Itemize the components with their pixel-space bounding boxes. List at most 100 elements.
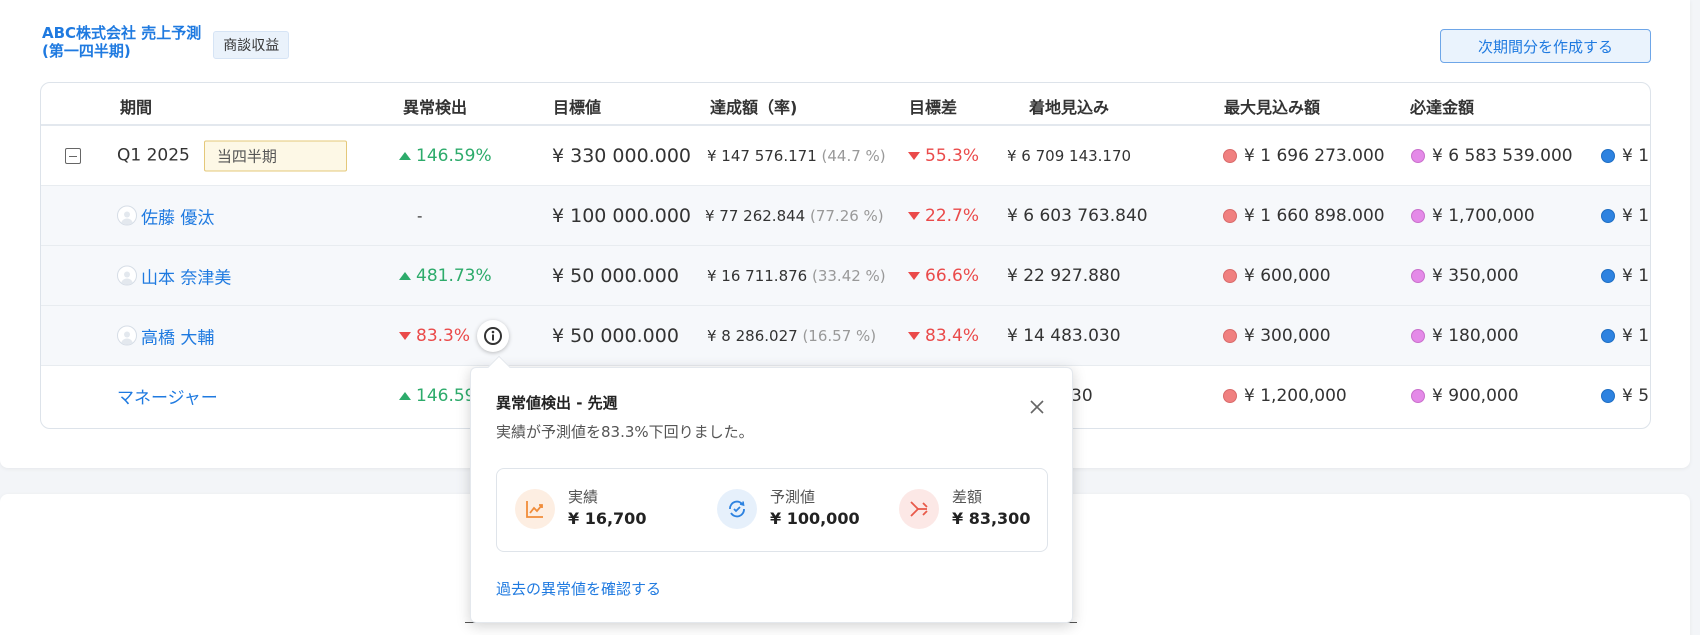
max-dot-icon (1223, 268, 1237, 283)
extra-value: ¥ 15 (1622, 205, 1650, 226)
member-link[interactable]: 佐藤 優汰 (117, 203, 214, 228)
triangle-down-icon (908, 211, 920, 220)
col-diff[interactable]: 目標差 (909, 94, 957, 118)
achieved-value: ¥ 16 711.876 (707, 266, 808, 285)
table-row[interactable]: 高橋 大輔 83.3% ¥ 50 000.000 ¥ 8 286.027 (16… (41, 306, 1650, 366)
popover-message: 実績が予測値を83.3%下回りました。 (496, 423, 754, 441)
required-dot-icon (1411, 148, 1425, 163)
forecast-icon (717, 489, 757, 529)
table-row[interactable]: Q1 2025 当四半期 146.59% ¥ 330 000.000 ¥ 147… (41, 126, 1650, 186)
diff-value: 83.4% (925, 325, 980, 346)
achieved-rate: (16.57 %) (802, 326, 877, 345)
anomaly-value: - (417, 206, 423, 225)
diff-value: 22.7% (925, 205, 980, 226)
triangle-down-icon (399, 331, 411, 340)
max-value: ¥ 1,200,000 (1244, 386, 1347, 406)
achieved-value: ¥ 77 262.844 (705, 206, 806, 225)
avatar (117, 205, 137, 226)
info-icon[interactable] (477, 319, 509, 352)
landing-value: ¥ 22 927.880 (1007, 265, 1121, 286)
extra-value: ¥ 15 (1622, 145, 1650, 166)
col-achieved[interactable]: 達成額（率) (710, 94, 797, 118)
col-target[interactable]: 目標値 (553, 94, 601, 118)
col-landing[interactable]: 着地見込み (1029, 94, 1109, 118)
col-anomaly[interactable]: 異常検出 (403, 94, 467, 118)
popover-title: 異常値検出 - 先週 (496, 394, 618, 412)
extra-dot-icon (1601, 268, 1615, 283)
category-tag: 商談収益 (213, 31, 290, 59)
col-period[interactable]: 期間 (120, 94, 152, 118)
target-value: ¥ 50 000.000 (552, 264, 679, 287)
trend-up-icon (515, 489, 555, 529)
close-icon[interactable] (1029, 399, 1045, 415)
max-value: ¥ 300,000 (1244, 325, 1331, 346)
required-dot-icon (1411, 208, 1425, 223)
landing-value: ¥ 6 603 763.840 (1007, 205, 1148, 226)
table-row[interactable]: 佐藤 優汰 - ¥ 100 000.000 ¥ 77 262.844 (77.2… (41, 186, 1650, 246)
extra-dot-icon (1601, 328, 1615, 343)
extra-dot-icon (1601, 389, 1615, 403)
required-value: ¥ 350,000 (1432, 265, 1519, 286)
collapse-button[interactable] (65, 147, 81, 164)
achieved-rate: (44.7 %) (821, 146, 886, 165)
target-value: ¥ 50 000.000 (552, 324, 679, 347)
table-row[interactable]: 山本 奈津美 481.73% ¥ 50 000.000 ¥ 16 711.876… (41, 246, 1650, 306)
target-value: ¥ 100 000.000 (552, 204, 692, 227)
manager-link[interactable]: マネージャー (117, 384, 218, 409)
required-value: ¥ 180,000 (1432, 325, 1519, 346)
extra-value: ¥ 50 (1622, 386, 1650, 406)
avatar (117, 325, 137, 346)
extra-value: ¥ 12 (1622, 325, 1650, 346)
triangle-up-icon (399, 392, 411, 400)
title-area: ABC株式会社 売上予測 (第一四半期) 商談収益 (42, 24, 290, 60)
required-dot-icon (1411, 328, 1425, 343)
anomaly-value: 83.3% (416, 325, 471, 346)
avatar (117, 265, 137, 286)
triangle-down-icon (908, 271, 920, 280)
stat-actual: 実績 ¥ 16,700 (515, 487, 646, 531)
anomaly-value: 146.59% (416, 145, 492, 166)
stat-difference: 差額 ¥ 83,300 (899, 487, 1030, 531)
current-quarter-badge: 当四半期 (203, 140, 347, 171)
stats-box: 実績 ¥ 16,700 予測値 ¥ 100,000 差額 ¥ 83,300 (496, 468, 1048, 552)
max-value: ¥ 600,000 (1244, 265, 1331, 286)
anomaly-value: 481.73% (416, 265, 492, 286)
col-required[interactable]: 必達金額 (1410, 94, 1474, 118)
anomaly-popover: 異常値検出 - 先週 実績が予測値を83.3%下回りました。 実績 ¥ 16,7… (470, 355, 1073, 623)
landing-value: ¥ 14 483.030 (1007, 325, 1121, 346)
period-label: Q1 2025 (117, 145, 190, 166)
max-dot-icon (1223, 148, 1237, 163)
member-link[interactable]: 山本 奈津美 (117, 263, 231, 288)
diff-icon (899, 489, 939, 529)
minus-square-icon[interactable] (65, 147, 81, 164)
diff-value: 55.3% (925, 145, 980, 166)
required-value: ¥ 1,700,000 (1432, 205, 1535, 226)
diff-value: 66.6% (925, 265, 980, 286)
col-max[interactable]: 最大見込み額 (1224, 94, 1320, 118)
required-value: ¥ 6 583 539.000 (1432, 145, 1573, 166)
max-value: ¥ 1 696 273.000 (1244, 145, 1385, 166)
triangle-down-icon (908, 331, 920, 340)
anomaly-info-button[interactable] (477, 319, 509, 352)
landing-value: 30 (1071, 386, 1093, 406)
extra-dot-icon (1601, 148, 1615, 163)
max-dot-icon (1223, 208, 1237, 223)
landing-value: ¥ 6 709 143.170 (1007, 146, 1132, 165)
triangle-down-icon (908, 151, 920, 160)
anomaly-value: 146.59 (416, 386, 476, 406)
stat-forecast: 予測値 ¥ 100,000 (717, 487, 860, 531)
required-dot-icon (1411, 389, 1425, 403)
extra-value: ¥ 10 (1622, 265, 1650, 286)
target-value: ¥ 330 000.000 (552, 144, 692, 167)
view-past-anomalies-link[interactable]: 過去の異常値を確認する (496, 578, 661, 599)
forecast-title: ABC株式会社 売上予測 (第一四半期) (42, 24, 202, 60)
extra-dot-icon (1601, 208, 1615, 223)
table-header: 期間 異常検出 目標値 達成額（率) 目標差 着地見込み 最大見込み額 必達金額 (41, 83, 1650, 126)
create-next-period-button[interactable]: 次期間分を作成する (1440, 29, 1651, 63)
member-link[interactable]: 高橋 大輔 (117, 323, 214, 348)
achieved-value: ¥ 8 286.027 (707, 326, 798, 345)
required-value: ¥ 900,000 (1432, 386, 1519, 406)
max-value: ¥ 1 660 898.000 (1244, 205, 1385, 226)
achieved-rate: (77.26 %) (809, 206, 884, 225)
max-dot-icon (1223, 328, 1237, 343)
